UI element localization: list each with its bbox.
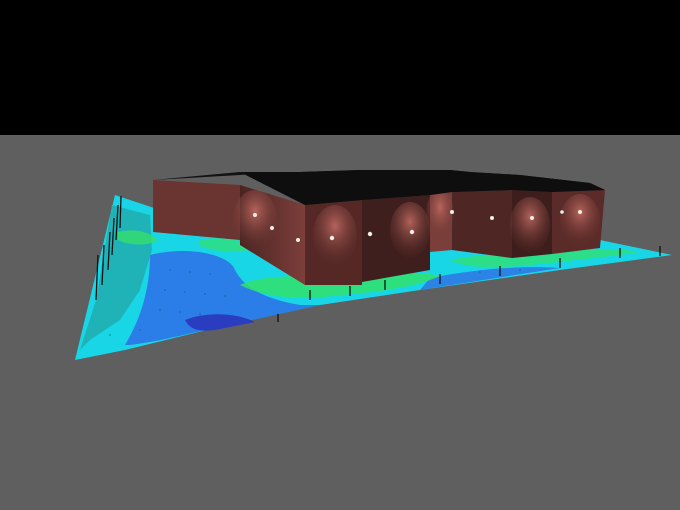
wall-lamp-icon: [270, 226, 274, 230]
wall-lamp-icon: [296, 238, 300, 242]
wall-lamp-icon: [409, 229, 415, 235]
wall-lamp-icon: [530, 216, 534, 220]
building-right-wall: [452, 190, 512, 258]
wall-light-wash: [390, 202, 430, 258]
wall-light-wash: [233, 190, 277, 250]
wall-light-wash: [510, 197, 550, 253]
building-left-wing-wall: [153, 180, 240, 240]
lighting-scene: [75, 170, 672, 360]
wall-lamp-icon: [253, 213, 257, 217]
wall-light-wash: [313, 205, 357, 265]
3d-lighting-viewport[interactable]: [0, 0, 680, 510]
wall-lamp-icon: [490, 216, 494, 220]
wall-lamp-icon: [450, 210, 454, 214]
wall-light-wash: [560, 194, 600, 246]
wall-lamp-icon: [367, 231, 373, 237]
wall-lamp-icon: [560, 210, 564, 214]
wall-light-wash: [426, 189, 454, 241]
wall-lamp-icon: [329, 235, 335, 241]
wall-lamp-icon: [578, 210, 582, 214]
